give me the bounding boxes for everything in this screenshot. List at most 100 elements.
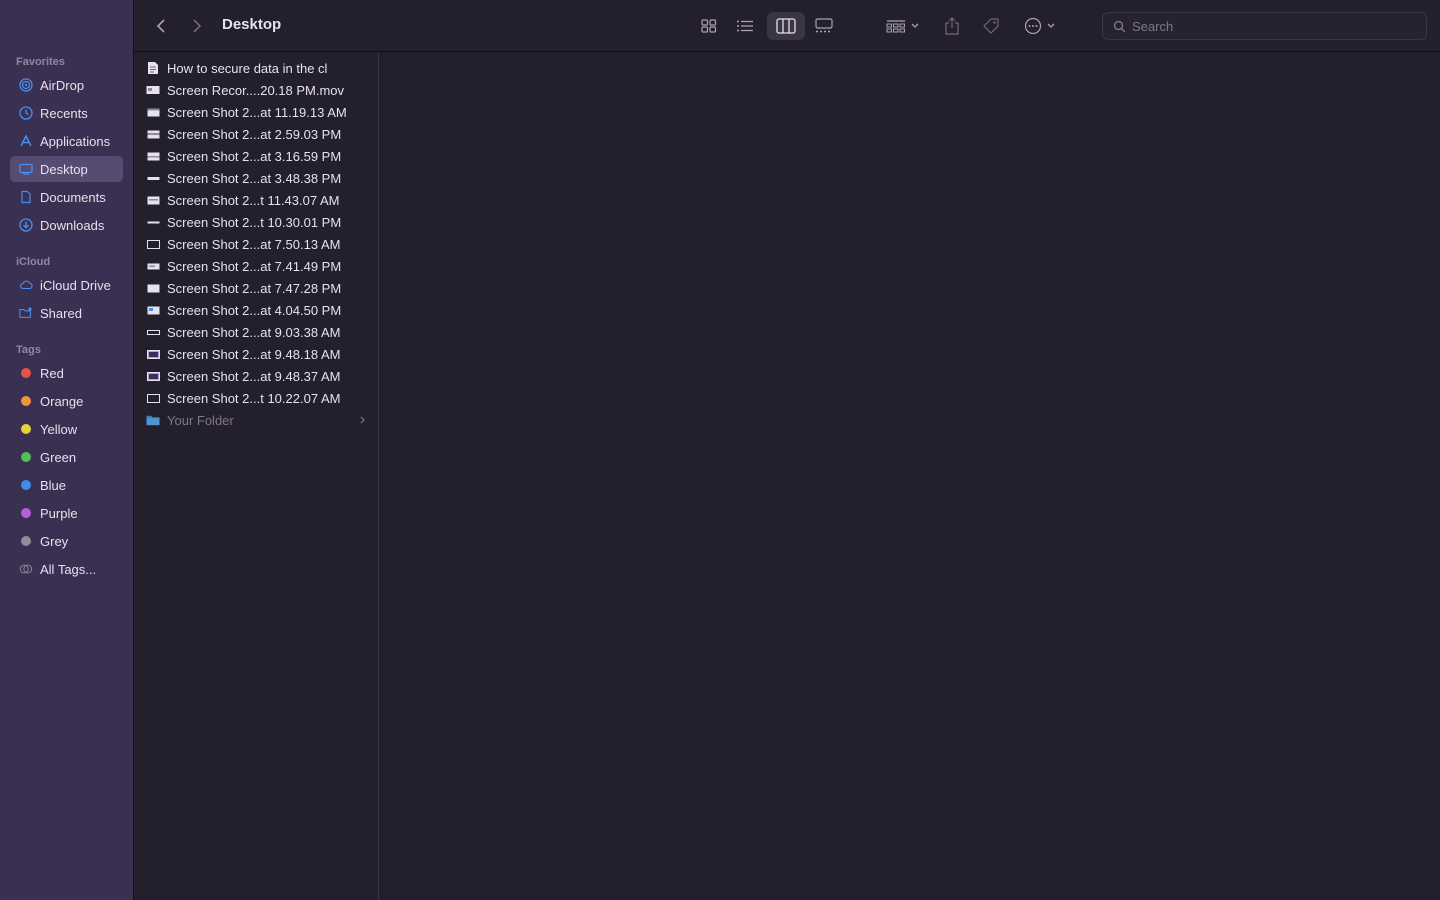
tag-dot-icon [21, 536, 31, 546]
window-title: Desktop [222, 16, 282, 33]
file-name: Screen Shot 2...at 11.19.13 AM [167, 104, 347, 120]
airdrop-icon [19, 78, 33, 92]
sidebar-item-label: Documents [40, 189, 106, 205]
sidebar-item-label: Green [40, 449, 77, 465]
sidebar-item-label: Shared [40, 305, 82, 321]
list-view-button[interactable] [730, 12, 760, 40]
file-row[interactable]: Screen Shot 2...t 10.22.07 AM [146, 387, 371, 409]
image-file-icon [146, 105, 160, 119]
sidebar-item-label: All Tags... [40, 561, 97, 577]
file-name: Screen Recor....20.18 PM.mov [167, 82, 345, 98]
sidebar-tag-red[interactable]: Red [10, 360, 123, 386]
sidebar-item-applications[interactable]: Applications [10, 128, 123, 154]
file-name: Screen Shot 2...at 3.16.59 PM [167, 148, 342, 164]
search-input[interactable] [1132, 18, 1412, 34]
file-row[interactable]: Screen Shot 2...at 7.50.13 AM [146, 233, 371, 255]
gallery-icon [815, 18, 833, 33]
columns-icon [776, 18, 796, 34]
file-row[interactable]: Screen Shot 2...at 3.48.38 PM [146, 167, 371, 189]
file-row[interactable]: Screen Shot 2...at 9.03.38 AM [146, 321, 371, 343]
column-view-button[interactable] [767, 12, 805, 40]
file-row[interactable]: Screen Shot 2...t 10.30.01 PM [146, 211, 371, 233]
file-row[interactable]: How to secure data in the cl [146, 57, 371, 79]
sidebar-tag-purple[interactable]: Purple [10, 500, 123, 526]
document-icon [19, 190, 33, 204]
sidebar-item-label: AirDrop [40, 77, 85, 93]
chevron-down-icon [1047, 23, 1055, 28]
image-file-icon [146, 193, 160, 207]
toolbar: Desktop [134, 0, 1440, 52]
list-icon [737, 20, 753, 32]
sidebar-item-documents[interactable]: Documents [10, 184, 123, 210]
sidebar-item-downloads[interactable]: Downloads [10, 212, 123, 238]
applications-icon [19, 134, 33, 148]
search-icon [1113, 20, 1126, 32]
file-row[interactable]: Screen Shot 2...at 11.19.13 AM [146, 101, 371, 123]
grid-icon [701, 19, 717, 33]
file-row[interactable]: Screen Shot 2...at 3.16.59 PM [146, 145, 371, 167]
empty-column [380, 53, 1440, 900]
image-file-icon [146, 215, 160, 229]
file-row[interactable]: Screen Shot 2...at 4.04.50 PM [146, 299, 371, 321]
gallery-view-button[interactable] [809, 12, 839, 40]
sidebar-tag-grey[interactable]: Grey [10, 528, 123, 554]
sidebar-item-label: Grey [40, 533, 69, 549]
file-row[interactable]: Screen Shot 2...at 2.59.03 PM [146, 123, 371, 145]
tag-dot-icon [21, 452, 31, 462]
file-name: Screen Shot 2...at 9.03.38 AM [167, 324, 341, 340]
group-grid-icon [886, 20, 905, 33]
file-row[interactable]: Screen Shot 2...at 7.41.49 PM [146, 255, 371, 277]
file-name: Screen Shot 2...t 11.43.07 AM [167, 192, 340, 208]
file-row[interactable]: Screen Shot 2...at 9.48.37 AM [146, 365, 371, 387]
image-file-icon [146, 171, 160, 185]
back-button[interactable] [150, 12, 172, 40]
ellipsis-circle-icon [1024, 17, 1042, 35]
tag-button[interactable] [977, 12, 1005, 40]
sidebar-all-tags[interactable]: All Tags... [10, 556, 123, 582]
text-document-icon [146, 61, 160, 75]
all-tags-icon [19, 562, 33, 576]
forward-button[interactable] [186, 12, 208, 40]
shared-folder-icon [19, 306, 33, 320]
sidebar-item-icloud-drive[interactable]: iCloud Drive [10, 272, 123, 298]
sidebar-tag-blue[interactable]: Blue [10, 472, 123, 498]
file-row[interactable]: Screen Shot 2...at 9.48.18 AM [146, 343, 371, 365]
sidebar-tag-yellow[interactable]: Yellow [10, 416, 123, 442]
favorites-section-label: Favorites [16, 56, 65, 68]
file-row[interactable]: Screen Shot 2...at 7.47.28 PM [146, 277, 371, 299]
search-field[interactable] [1102, 12, 1427, 40]
group-by-button[interactable] [882, 12, 924, 40]
folder-row-your-folder[interactable]: Your Folder [146, 409, 371, 431]
sidebar-item-airdrop[interactable]: AirDrop [10, 72, 123, 98]
sidebar-item-label: iCloud Drive [40, 277, 111, 293]
file-name: Screen Shot 2...at 7.41.49 PM [167, 258, 342, 274]
sidebar-item-label: Recents [40, 105, 88, 121]
sidebar-item-recents[interactable]: Recents [10, 100, 123, 126]
tag-dot-icon [21, 480, 31, 490]
share-icon [945, 17, 959, 35]
sidebar-item-desktop[interactable]: Desktop [10, 156, 123, 182]
sidebar-item-shared[interactable]: Shared [10, 300, 123, 326]
image-file-icon [146, 303, 160, 317]
sidebar-tag-orange[interactable]: Orange [10, 388, 123, 414]
sidebar-item-label: Orange [40, 393, 84, 409]
sidebar-tag-green[interactable]: Green [10, 444, 123, 470]
file-name: Screen Shot 2...t 10.30.01 PM [167, 214, 342, 230]
tag-dot-icon [21, 508, 31, 518]
image-file-icon [146, 237, 160, 251]
icloud-section-label: iCloud [16, 256, 51, 268]
tag-dot-icon [21, 368, 31, 378]
file-name: Screen Shot 2...at 3.48.38 PM [167, 170, 342, 186]
file-name: Screen Shot 2...at 7.50.13 AM [167, 236, 341, 252]
sidebar-item-label: Purple [40, 505, 78, 521]
file-row[interactable]: Screen Recor....20.18 PM.mov [146, 79, 371, 101]
file-name: Screen Shot 2...t 10.22.07 AM [167, 390, 341, 406]
more-actions-button[interactable] [1020, 12, 1060, 40]
cloud-icon [19, 278, 33, 292]
icon-view-button[interactable] [694, 12, 724, 40]
sidebar-item-label: Desktop [40, 161, 88, 177]
tag-dot-icon [21, 396, 31, 406]
file-row[interactable]: Screen Shot 2...t 11.43.07 AM [146, 189, 371, 211]
file-name: How to secure data in the cl [167, 60, 328, 76]
share-button[interactable] [938, 12, 966, 40]
